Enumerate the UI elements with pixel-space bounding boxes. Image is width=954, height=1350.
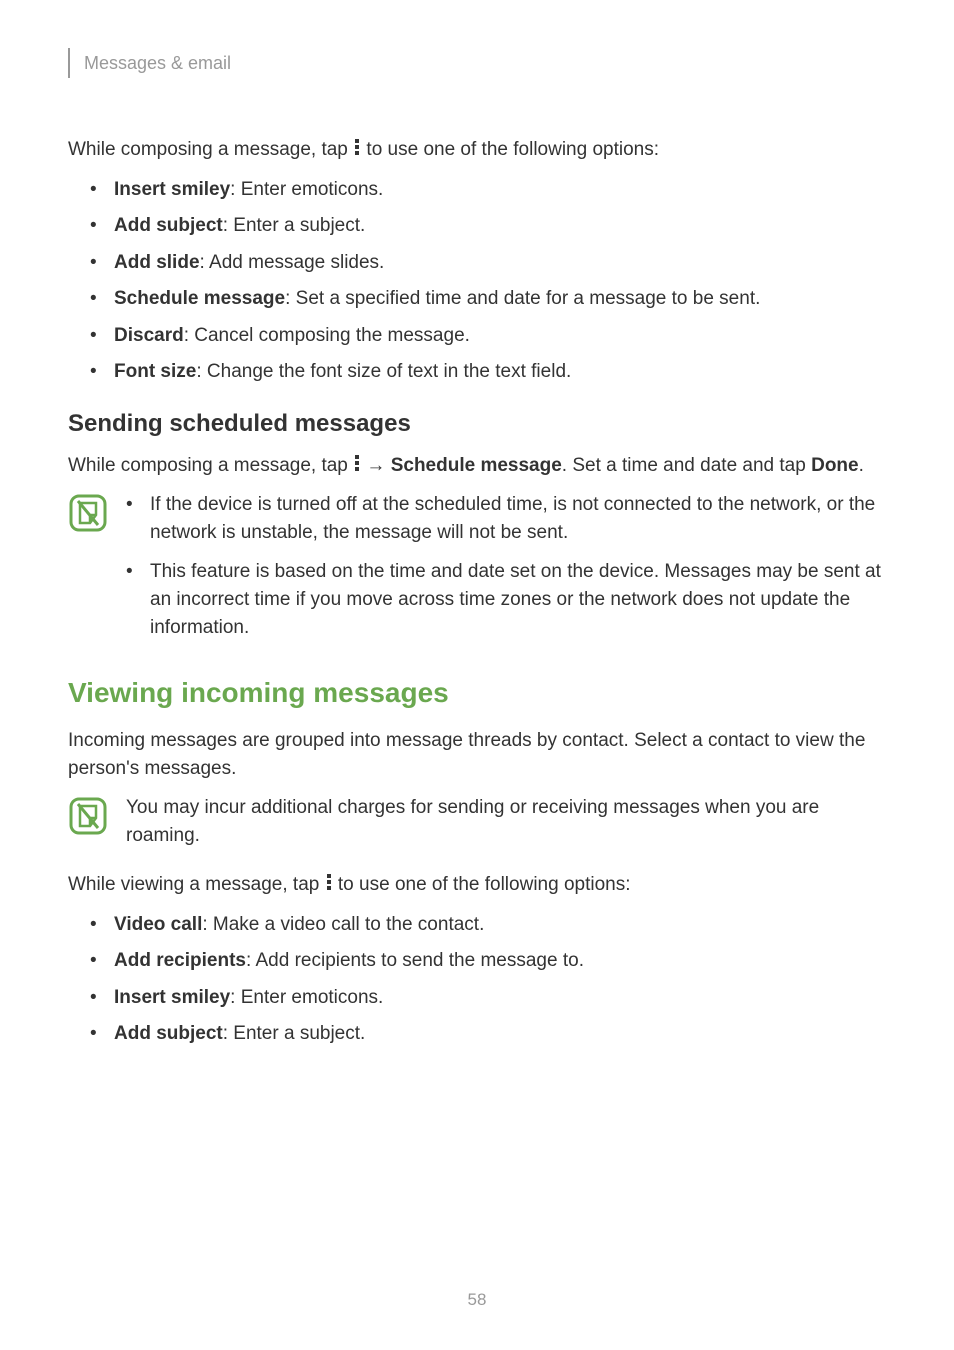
list-item: Add subject: Enter a subject.: [90, 212, 886, 240]
option-name: Add subject: [114, 215, 223, 236]
option-name: Video call: [114, 914, 202, 935]
option-desc: : Set a specified time and date for a me…: [285, 288, 760, 309]
incoming-paragraph: Incoming messages are grouped into messa…: [68, 727, 886, 782]
note-icon: [68, 493, 108, 538]
option-name: Discard: [114, 325, 184, 346]
sched-arrow: →: [361, 455, 391, 476]
option-desc: : Change the font size of text in the te…: [196, 361, 571, 382]
intro1-pre: While composing a message, tap: [68, 139, 353, 160]
option-name: Font size: [114, 361, 196, 382]
note-text: If the device is turned off at the sched…: [150, 494, 875, 543]
note-paragraph-2: You may incur additional charges for sen…: [126, 794, 886, 849]
options-list-2: Video call: Make a video call to the con…: [90, 911, 886, 1048]
intro-paragraph-1: While composing a message, tap to use on…: [68, 136, 886, 164]
list-item: Insert smiley: Enter emoticons.: [90, 176, 886, 204]
more-options-icon: [355, 455, 359, 473]
list-item: Add subject: Enter a subject.: [90, 1020, 886, 1048]
option-desc: : Enter a subject.: [223, 215, 366, 236]
sched-pre: While composing a message, tap: [68, 455, 353, 476]
subheading-scheduled: Sending scheduled messages: [68, 410, 886, 438]
note-block-1: If the device is turned off at the sched…: [68, 491, 886, 653]
option-name: Add recipients: [114, 950, 246, 971]
option-desc: : Add recipients to send the message to.: [246, 950, 584, 971]
option-name: Insert smiley: [114, 987, 230, 1008]
list-item: Discard: Cancel composing the message.: [90, 322, 886, 350]
option-desc: : Cancel composing the message.: [184, 325, 470, 346]
breadcrumb: Messages & email: [84, 53, 231, 74]
option-desc: : Enter emoticons.: [230, 987, 383, 1008]
option-name: Add subject: [114, 1023, 223, 1044]
note-text: This feature is based on the time and da…: [150, 561, 881, 637]
sched-b1: Schedule message: [391, 455, 562, 476]
header-bar: [68, 48, 70, 78]
option-desc: : Enter a subject.: [223, 1023, 366, 1044]
sched-end: .: [859, 455, 864, 476]
intro-paragraph-2: While viewing a message, tap to use one …: [68, 871, 886, 899]
intro1-post: to use one of the following options:: [361, 139, 659, 160]
options-list-1: Insert smiley: Enter emoticons. Add subj…: [90, 176, 886, 386]
list-item: Add recipients: Add recipients to send t…: [90, 947, 886, 975]
intro2-pre: While viewing a message, tap: [68, 874, 325, 895]
option-desc: : Add message slides.: [200, 252, 385, 273]
page-header: Messages & email: [68, 48, 886, 78]
note-icon: [68, 796, 108, 841]
option-name: Insert smiley: [114, 179, 230, 200]
option-name: Schedule message: [114, 288, 285, 309]
more-options-icon: [355, 139, 359, 157]
option-desc: : Make a video call to the contact.: [202, 914, 484, 935]
section-heading-viewing: Viewing incoming messages: [68, 677, 886, 709]
list-item: Insert smiley: Enter emoticons.: [90, 984, 886, 1012]
list-item: Schedule message: Set a specified time a…: [90, 285, 886, 313]
intro2-post: to use one of the following options:: [333, 874, 631, 895]
list-item: If the device is turned off at the sched…: [126, 491, 886, 546]
document-page: Messages & email While composing a messa…: [0, 0, 954, 1350]
page-number: 58: [0, 1290, 954, 1310]
list-item: This feature is based on the time and da…: [126, 558, 886, 641]
sched-b2: Done: [811, 455, 859, 476]
option-desc: : Enter emoticons.: [230, 179, 383, 200]
more-options-icon: [327, 874, 331, 892]
list-item: Font size: Change the font size of text …: [90, 358, 886, 386]
option-name: Add slide: [114, 252, 200, 273]
scheduled-paragraph: While composing a message, tap → Schedul…: [68, 452, 886, 480]
note-block-2: You may incur additional charges for sen…: [68, 794, 886, 849]
list-item: Video call: Make a video call to the con…: [90, 911, 886, 939]
list-item: Add slide: Add message slides.: [90, 249, 886, 277]
sched-mid: . Set a time and date and tap: [562, 455, 811, 476]
note-list-1: If the device is turned off at the sched…: [126, 491, 886, 653]
